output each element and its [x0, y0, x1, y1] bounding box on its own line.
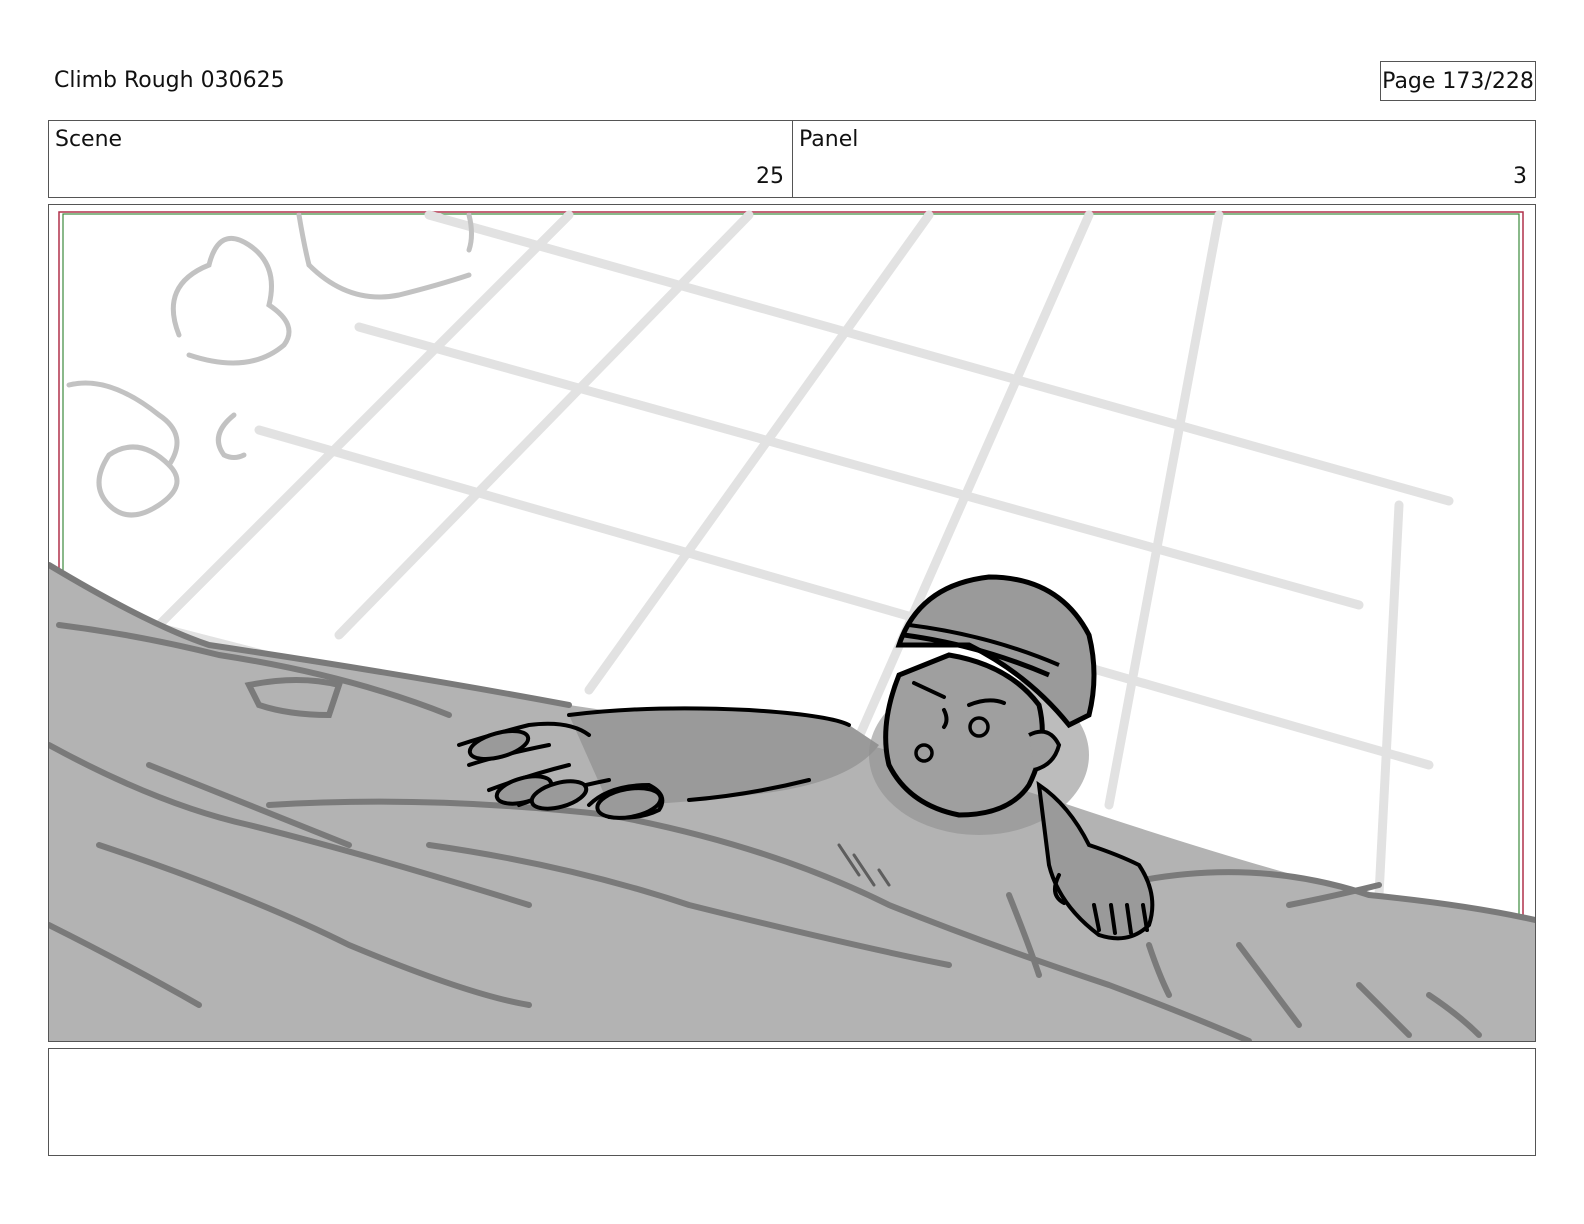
scene-panel-header: Scene 25 Panel 3: [48, 120, 1536, 198]
panel-label: Panel: [799, 127, 859, 152]
panel-notes-box: [48, 1048, 1536, 1156]
scene-number: 25: [756, 164, 784, 189]
storyboard-panel-frame: [48, 204, 1536, 1042]
scene-label: Scene: [55, 127, 123, 152]
scene-cell: Scene 25: [49, 121, 793, 197]
panel-number: 3: [1513, 164, 1527, 189]
panel-cell: Panel 3: [793, 121, 1535, 197]
page-indicator: Page 173/228: [1380, 61, 1536, 101]
storyboard-sketch: [49, 205, 1535, 1041]
document-title: Climb Rough 030625: [54, 68, 285, 93]
